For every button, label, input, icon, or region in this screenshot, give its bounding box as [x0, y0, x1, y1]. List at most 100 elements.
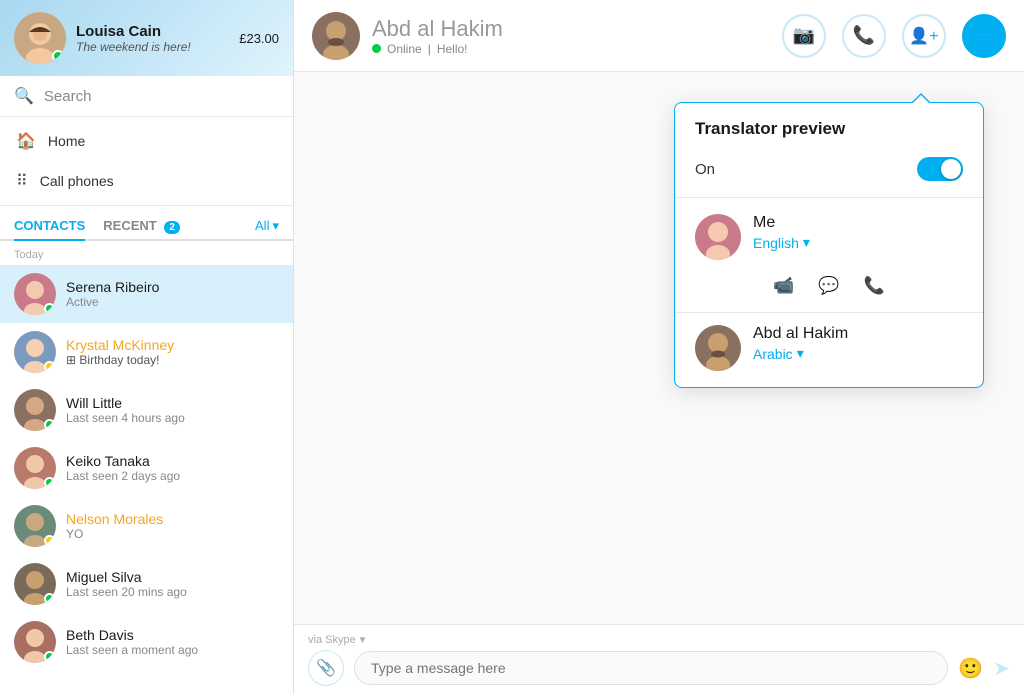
- contact-item-will[interactable]: Will Little Last seen 4 hours ago: [0, 381, 293, 439]
- status-dot-serena: [44, 303, 55, 314]
- tab-contacts-label: CONTACTS: [14, 218, 85, 233]
- topbar-contact-name: Abd al Hakim: [372, 16, 503, 42]
- tab-recent-label: RECENT: [103, 218, 156, 233]
- via-skype-label: via Skype ▾: [308, 633, 1010, 646]
- contact-info-serena: Serena Ribeiro Active: [66, 279, 279, 309]
- translator-other-language[interactable]: Arabic ▾: [753, 345, 848, 362]
- contact-item-krystal[interactable]: Krystal McKinney ⊞ Birthday today!: [0, 323, 293, 381]
- contact-avatar-krystal: [14, 331, 56, 373]
- translator-call-icon[interactable]: 📞: [864, 276, 885, 296]
- profile-credit: £23.00: [239, 31, 279, 46]
- message-input[interactable]: [354, 651, 948, 685]
- search-bar[interactable]: 🔍 Search: [0, 76, 293, 117]
- topbar-status-detail: Hello!: [437, 42, 468, 56]
- contact-name-will: Will Little: [66, 395, 279, 411]
- search-icon: 🔍: [14, 86, 34, 106]
- contact-name-beth: Beth Davis: [66, 627, 279, 643]
- topbar-avatar: [312, 12, 360, 60]
- profile-info: Louisa Cain The weekend is here!: [76, 23, 239, 54]
- chevron-down-icon: ▾: [803, 234, 810, 251]
- nav-home-label: Home: [48, 133, 85, 149]
- topbar-status-text: Online: [387, 42, 422, 56]
- contact-info-keiko: Keiko Tanaka Last seen 2 days ago: [66, 453, 279, 483]
- contact-avatar-miguel: [14, 563, 56, 605]
- translator-me-section: Me English ▾: [675, 198, 983, 270]
- contact-sub-beth: Last seen a moment ago: [66, 643, 279, 657]
- contact-item-keiko[interactable]: Keiko Tanaka Last seen 2 days ago: [0, 439, 293, 497]
- contact-item-serena[interactable]: Serena Ribeiro Active: [0, 265, 293, 323]
- video-call-button[interactable]: 📷: [782, 14, 826, 58]
- translator-toggle-row: On: [675, 151, 983, 198]
- online-status-dot: [52, 50, 64, 62]
- contact-info-miguel: Miguel Silva Last seen 20 mins ago: [66, 569, 279, 599]
- contact-item-nelson[interactable]: Nelson Morales YO: [0, 497, 293, 555]
- contact-name-keiko: Keiko Tanaka: [66, 453, 279, 469]
- paperclip-icon: 📎: [316, 658, 336, 678]
- input-row: 📎 🙂 ➤: [308, 650, 1010, 686]
- translator-title: Translator preview: [675, 103, 983, 151]
- birthday-icon: ⊞: [66, 353, 76, 367]
- profile-header: Louisa Cain The weekend is here! £23.00: [0, 0, 293, 76]
- status-dot-keiko: [44, 477, 55, 488]
- translator-toggle[interactable]: [917, 157, 963, 181]
- translator-icon: 🌐: [975, 27, 994, 45]
- avatar: [14, 12, 66, 64]
- status-dot-beth: [44, 651, 55, 662]
- translator-chat-icon[interactable]: 💬: [818, 276, 839, 296]
- topbar-actions: 📷 📞 👤+ 🌐: [782, 14, 1006, 58]
- topbar-status: Online | Hello!: [372, 42, 503, 56]
- contacts-tabs: CONTACTS RECENT 2 All ▾: [0, 206, 293, 241]
- dropdown-arrow: ▾: [360, 633, 366, 646]
- send-button[interactable]: ➤: [993, 656, 1010, 681]
- tab-recent[interactable]: RECENT 2: [103, 212, 180, 241]
- contact-avatar-serena: [14, 273, 56, 315]
- phone-icon: 📞: [853, 25, 875, 46]
- translator-icons-row: 📹 💬 📞: [675, 270, 983, 313]
- contact-sub-nelson: YO: [66, 527, 279, 541]
- attach-button[interactable]: 📎: [308, 650, 344, 686]
- translator-panel: Translator preview On Me English ▾: [674, 102, 984, 388]
- translator-toggle-label: On: [695, 161, 917, 178]
- contact-info-beth: Beth Davis Last seen a moment ago: [66, 627, 279, 657]
- contact-info-krystal: Krystal McKinney ⊞ Birthday today!: [66, 337, 279, 367]
- call-button[interactable]: 📞: [842, 14, 886, 58]
- contact-name-krystal: Krystal McKinney: [66, 337, 279, 353]
- home-icon: 🏠: [16, 131, 36, 151]
- translator-button[interactable]: 🌐: [962, 14, 1006, 58]
- translator-video-icon[interactable]: 📹: [773, 276, 794, 296]
- topbar-online-dot: [372, 44, 381, 53]
- status-dot-nelson: [44, 535, 55, 546]
- nav-item-call-phones[interactable]: ⠿ Call phones: [0, 161, 293, 201]
- contact-avatar-nelson: [14, 505, 56, 547]
- tab-all-filter[interactable]: All ▾: [255, 218, 279, 234]
- contact-item-beth[interactable]: Beth Davis Last seen a moment ago: [0, 613, 293, 671]
- nav-item-home[interactable]: 🏠 Home: [0, 121, 293, 161]
- contact-name-serena: Serena Ribeiro: [66, 279, 279, 295]
- translator-other-section: Abd al Hakim Arabic ▾: [675, 313, 983, 387]
- tab-contacts[interactable]: CONTACTS: [14, 212, 85, 241]
- sidebar: Louisa Cain The weekend is here! £23.00 …: [0, 0, 294, 694]
- status-dot-miguel: [44, 593, 55, 604]
- contact-item-miguel[interactable]: Miguel Silva Last seen 20 mins ago: [0, 555, 293, 613]
- contact-sub-miguel: Last seen 20 mins ago: [66, 585, 279, 599]
- emoji-button[interactable]: 🙂: [958, 656, 983, 681]
- contact-name-miguel: Miguel Silva: [66, 569, 279, 585]
- topbar-info: Abd al Hakim Online | Hello!: [372, 16, 503, 56]
- status-dot-will: [44, 419, 55, 430]
- status-dot-krystal: [44, 361, 55, 372]
- translator-me-language[interactable]: English ▾: [753, 234, 810, 251]
- search-label: Search: [44, 88, 92, 105]
- nav-items: 🏠 Home ⠿ Call phones: [0, 117, 293, 206]
- toggle-knob: [941, 159, 961, 179]
- add-contact-button[interactable]: 👤+: [902, 14, 946, 58]
- contact-avatar-keiko: [14, 447, 56, 489]
- translator-other-info: Abd al Hakim Arabic ▾: [753, 325, 848, 362]
- translator-me-avatar: [695, 214, 741, 260]
- contact-info-will: Will Little Last seen 4 hours ago: [66, 395, 279, 425]
- profile-status-text: The weekend is here!: [76, 40, 239, 54]
- contact-info-nelson: Nelson Morales YO: [66, 511, 279, 541]
- chevron-down-icon: ▾: [797, 345, 804, 362]
- translator-other-avatar: [695, 325, 741, 371]
- recent-badge: 2: [164, 221, 180, 234]
- nav-call-label: Call phones: [40, 173, 114, 189]
